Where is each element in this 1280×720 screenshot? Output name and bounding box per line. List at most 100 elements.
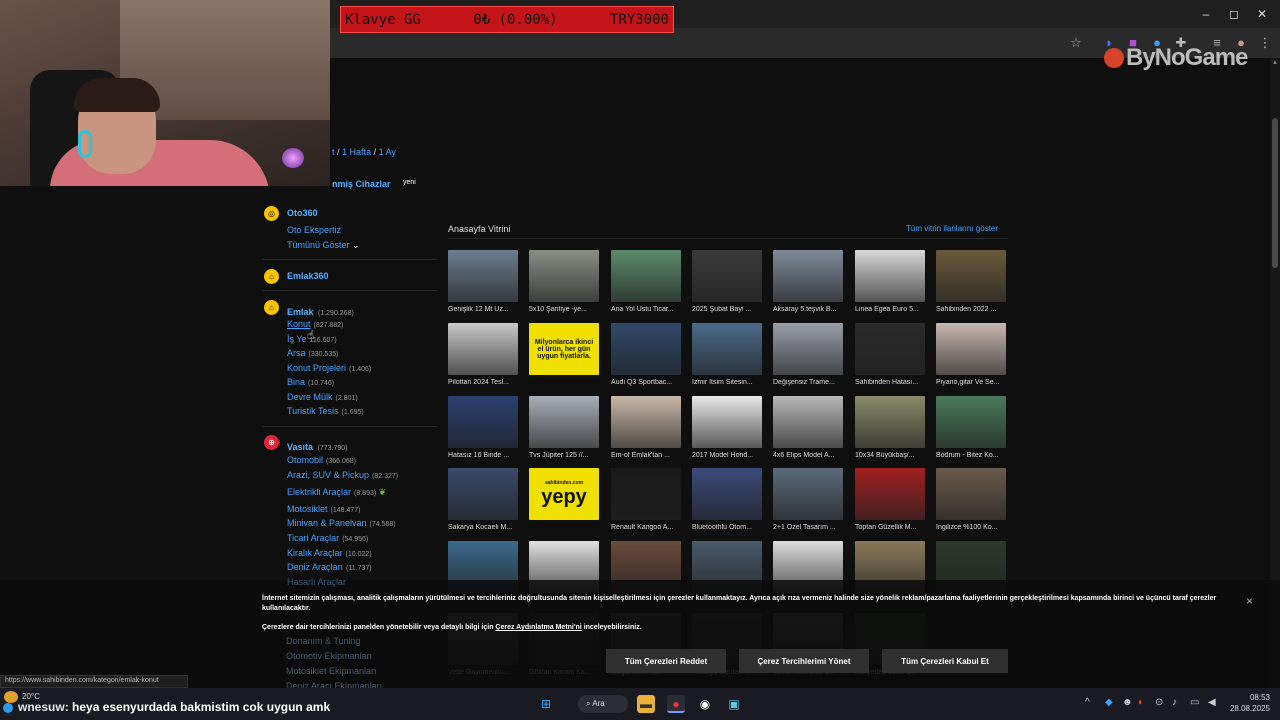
listing-tile[interactable]: Bodrum - Bitez Ko... xyxy=(936,396,1007,459)
listing-tile[interactable]: 2025 Şubat Bayi ... xyxy=(692,250,763,313)
streamer-hair xyxy=(74,78,160,112)
vasita-item-deniz[interactable]: Deniz Araçları (11.737) xyxy=(287,562,372,572)
vasita-item-minivan[interactable]: Minivan & Panelvan (74.588) xyxy=(287,518,396,528)
minimize-button[interactable]: – xyxy=(1196,6,1216,22)
logo-text: ByNoGame xyxy=(1126,44,1248,71)
oto-ekspertiz-link[interactable]: Oto Ekspertiz xyxy=(287,225,341,235)
car-icon: ⊕ xyxy=(264,435,279,450)
emlak-item-arsa[interactable]: Arsa (330.535) xyxy=(287,348,338,358)
emlak-item-bina[interactable]: Bina (10.746) xyxy=(287,377,334,387)
listing-tile[interactable]: Em-of Emlak'tan ... xyxy=(611,396,682,459)
vasita-category[interactable]: Vasıta (773.790) xyxy=(287,437,347,455)
vitrin-all-link[interactable]: Tüm vitrin ilanlarını göster xyxy=(906,224,998,233)
vasita-item-motosiklet[interactable]: Motosiklet (148.477) xyxy=(287,504,360,514)
listing-tile[interactable]: 2+1 Özel Tasarım ... xyxy=(773,468,844,531)
tray-chevron-icon[interactable]: ^ xyxy=(1085,697,1090,708)
time-link-month[interactable]: 1 Ay xyxy=(379,147,396,157)
show-all-link[interactable]: Tümünü Göster ⌄ xyxy=(287,240,360,251)
listing-tile[interactable]: Tvs Jüpiter 125 //... xyxy=(529,396,600,459)
devices-link[interactable]: nmiş Cihazlar xyxy=(332,179,391,189)
windows-start-icon[interactable]: ⊞ xyxy=(537,695,555,713)
vasita-item-kiralik[interactable]: Kiralık Araçlar (10.022) xyxy=(287,548,372,558)
chat-message: : heya esenyurdada bakmistim cok uygun a… xyxy=(64,700,331,714)
file-explorer-icon[interactable]: ▬ xyxy=(637,695,655,713)
dim-item: Motosiklet Ekipmanları xyxy=(286,666,377,676)
listing-tile[interactable]: 10x34 Büyükbaş/... xyxy=(855,396,926,459)
reject-cookies-button[interactable]: Tüm Çerezleri Reddet xyxy=(606,649,726,673)
item-count: (148.477) xyxy=(330,507,361,514)
manage-cookies-button[interactable]: Çerez Tercihlerimi Yönet xyxy=(739,649,869,673)
vitrin-title: Anasayfa Vitrini xyxy=(448,224,511,234)
tray-discord-icon[interactable]: ☻ xyxy=(1122,697,1133,708)
scroll-up-icon[interactable]: ▲ xyxy=(1272,60,1278,66)
emlak-item-turistik-tesis[interactable]: Turistik Tesis (1.695) xyxy=(287,406,364,416)
listing-tile[interactable]: Sahibinden 2022 ... xyxy=(936,250,1007,313)
status-url: https://www.sahibinden.com/kategori/emla… xyxy=(0,675,188,688)
obs-icon[interactable]: ◉ xyxy=(696,695,714,713)
emlak-title: Emlak xyxy=(287,307,314,317)
listing-tile[interactable]: sahibinden.com yepy xyxy=(529,468,600,524)
scrollbar-thumb[interactable] xyxy=(1272,118,1278,268)
tray-app-red-icon[interactable]: ◐ xyxy=(1138,697,1144,708)
vasita-item-elektrikli[interactable]: Elektrikli Araçlar (8.893) ❦ xyxy=(287,487,386,498)
listing-tile[interactable]: Genişlik 12 Mt Uz... xyxy=(448,250,519,313)
cookie-policy-link[interactable]: Çerez Aydınlatma Metni'ni xyxy=(495,624,581,631)
listing-thumbnail xyxy=(529,250,599,302)
item-count: (330.535) xyxy=(308,351,339,358)
chrome-icon[interactable]: ● xyxy=(667,695,685,713)
emlak-item-konut[interactable]: Konut (827.882) xyxy=(287,319,344,329)
listing-tile[interactable]: 4x6 Elips Model A... xyxy=(773,396,844,459)
time-link-week[interactable]: 1 Hafta xyxy=(342,147,371,157)
emlak-item-konut-projeleri[interactable]: Konut Projeleri (1.406) xyxy=(287,363,371,373)
accept-cookies-button[interactable]: Tüm Çerezleri Kabul Et xyxy=(882,649,1008,673)
listing-thumbnail xyxy=(936,396,1006,448)
tray-steam-icon[interactable]: ⊙ xyxy=(1155,697,1163,708)
emlak-item-devre-mulk[interactable]: Devre Mülk (2.801) xyxy=(287,392,358,402)
vasita-item-otomobil[interactable]: Otomobil (366.068) xyxy=(287,455,356,465)
listing-tile[interactable]: Hatasız 16 Binde ... xyxy=(448,396,519,459)
tray-app-icon[interactable]: ◆ xyxy=(1105,697,1113,708)
listing-caption: Em-of Emlak'tan ... xyxy=(611,452,670,459)
listing-tile[interactable]: Renault Kangoo A... xyxy=(611,468,682,531)
network-icon[interactable]: ▭ xyxy=(1190,697,1199,708)
listing-tile[interactable]: Linea Egea Euro 5... xyxy=(855,250,926,313)
listing-tile[interactable]: Sakarya Kocaeli M... xyxy=(448,468,519,531)
taskbar-search[interactable]: ⌕ Ara xyxy=(578,695,628,713)
bookmark-star-icon[interactable]: ☆ xyxy=(1067,34,1085,52)
oto360-title[interactable]: Oto360 xyxy=(287,208,318,218)
listing-tile[interactable]: Piyano,gitar Ve Se... xyxy=(936,323,1007,386)
listing-caption: İzmir Itsim Sitesin... xyxy=(692,379,753,386)
listing-tile[interactable]: İzmir Itsim Sitesin... xyxy=(692,323,763,386)
divider xyxy=(448,238,1008,239)
show-all-label: Tümünü Göster xyxy=(287,240,350,250)
volume-icon[interactable]: ◀ xyxy=(1208,697,1216,708)
microphone-icon[interactable]: ♪ xyxy=(1172,697,1177,708)
mouse-hand-cursor-icon: ☝ xyxy=(307,328,315,342)
listing-tile[interactable]: Toptan Güzellik M... xyxy=(855,468,926,531)
close-window-button[interactable]: ✕ xyxy=(1252,6,1272,22)
emlak360-title[interactable]: Emlak360 xyxy=(287,271,329,281)
listing-tile[interactable]: 2017 Model Hond... xyxy=(692,396,763,459)
clock[interactable]: 08:53 28.08.2025 xyxy=(1228,692,1270,714)
listing-tile[interactable]: Pilottan 2024 Tesl... xyxy=(448,323,519,386)
listing-tile[interactable]: Ana Yol Ustu Ticar... xyxy=(611,250,682,313)
vasita-item-arazi[interactable]: Arazi, SUV & Pickup (82.327) xyxy=(287,470,398,480)
listing-tile[interactable]: Değişensiz Trame... xyxy=(773,323,844,386)
listing-tile[interactable]: İngilizce %100 Ko... xyxy=(936,468,1007,531)
listing-caption: Aksaray 5.teşvik B... xyxy=(773,306,837,313)
listing-tile[interactable]: Aksaray 5.teşvik B... xyxy=(773,250,844,313)
vasita-item-ticari[interactable]: Ticari Araçlar (54.956) xyxy=(287,533,368,543)
browser-menu-icon[interactable]: ⋮ xyxy=(1256,34,1274,52)
listing-tile[interactable]: 5x10 Şantiye -ye... xyxy=(529,250,600,313)
listing-tile[interactable]: Sahibinden Hatası... xyxy=(855,323,926,386)
listing-tile[interactable]: Bluetoothlu Otom... xyxy=(692,468,763,531)
emlak-category[interactable]: Emlak (1.290.268) xyxy=(287,302,354,320)
app-window-icon[interactable]: ▣ xyxy=(725,695,743,713)
listing-tile[interactable]: Milyonlarca ikinci el ürün, her gün uygu… xyxy=(529,323,600,379)
cookie-close-icon[interactable]: × xyxy=(1246,594,1253,608)
listing-caption: 2025 Şubat Bayi ... xyxy=(692,306,752,313)
maximize-button[interactable]: ◻ xyxy=(1224,6,1244,22)
listing-tile[interactable]: Audi Q3 Sportbac... xyxy=(611,323,682,386)
item-count: (2.801) xyxy=(335,395,358,402)
listing-thumbnail xyxy=(611,396,681,448)
